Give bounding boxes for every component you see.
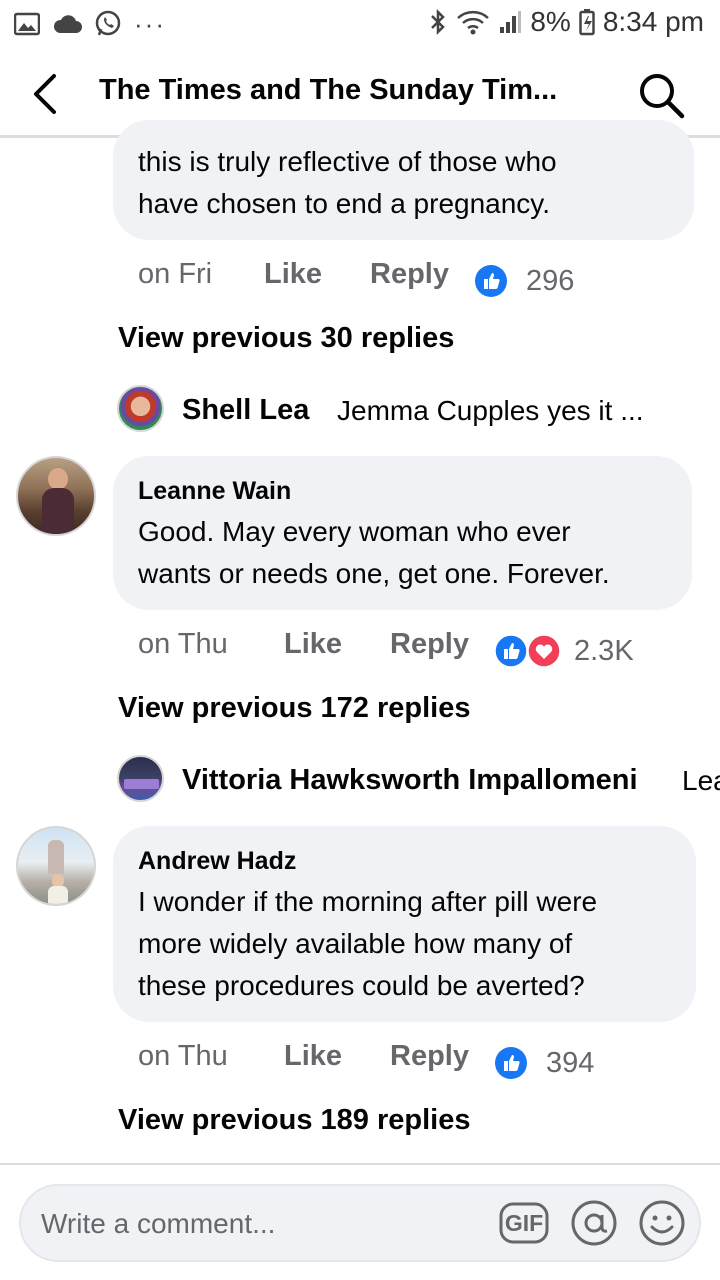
like-icon [494,634,528,668]
comment-timestamp: on Thu [138,628,228,660]
reply-button[interactable]: Reply [390,628,469,661]
reaction-count[interactable]: 394 [546,1047,594,1080]
comment-text-line: have chosen to end a pregnancy. [138,188,551,219]
emoji-icon[interactable] [637,1198,687,1248]
view-previous-replies[interactable]: View previous 172 replies [118,692,471,725]
page-title: The Times and The Sunday Tim... [99,74,558,106]
search-icon[interactable] [636,70,686,120]
like-icon [495,1047,527,1079]
system-status: 8% 8:34 pm [428,6,704,38]
bluetooth-icon [431,8,446,36]
comment-author[interactable]: Andrew Hadz [138,847,296,876]
reaction-count[interactable]: 296 [526,265,574,298]
avatar[interactable] [117,755,164,802]
avatar[interactable] [16,456,96,536]
cloud-icon [53,15,82,33]
reaction-count[interactable]: 2.3K [574,635,634,668]
reply-preview-text[interactable]: Jemma Cupples yes it ... [337,395,644,427]
like-button[interactable]: Like [284,1040,342,1073]
gif-label: GIF [504,1210,544,1236]
battery-percent: 8% [530,6,571,37]
like-button[interactable]: Like [284,628,342,661]
mention-icon[interactable] [569,1198,619,1248]
gallery-icon [14,12,40,36]
avatar[interactable] [16,826,96,906]
reply-author[interactable]: Vittoria Hawksworth Impallomeni [182,764,638,797]
comment-text-line: this is truly reflective of those who [138,146,557,177]
clock: 8:34 pm [602,6,704,37]
notification-icons: ··· [14,10,166,38]
signal-icon [500,11,522,33]
like-icon [475,265,507,297]
view-previous-replies[interactable]: View previous 30 replies [118,322,454,355]
reply-preview-text[interactable]: Lea [682,765,720,797]
status-bar: ··· 8% 8:34 pm [0,0,720,50]
view-previous-replies[interactable]: View previous 189 replies [118,1104,471,1137]
reply-button[interactable]: Reply [390,1040,469,1073]
comment-text-line: Good. May every woman who ever [138,516,571,547]
comment-text-line: wants or needs one, get one. Forever. [138,558,610,589]
reply-button[interactable]: Reply [370,258,449,291]
comment-composer-bar: Write a comment... GIF [0,1163,720,1280]
back-arrow-icon[interactable] [22,68,70,120]
battery-icon [579,9,595,36]
comment-text-line: more widely available how many of [138,928,573,959]
comment-input-placeholder: Write a comment... [41,1208,276,1239]
more-notifications-icon: ··· [134,9,166,39]
wifi-icon [457,10,490,35]
gif-button[interactable]: GIF [499,1200,549,1246]
like-button[interactable]: Like [264,258,322,291]
comment-timestamp: on Thu [138,1040,228,1072]
comment-author[interactable]: Leanne Wain [138,477,291,506]
comment-input[interactable]: Write a comment... GIF [19,1184,701,1262]
reply-author[interactable]: Shell Lea [182,394,309,427]
whatsapp-icon [95,10,121,36]
comment-timestamp: on Fri [138,258,213,290]
avatar[interactable] [117,385,164,432]
love-icon [527,634,561,668]
comment-text-line: I wonder if the morning after pill were [138,886,598,917]
comment-text-line: these procedures could be averted? [138,970,585,1001]
